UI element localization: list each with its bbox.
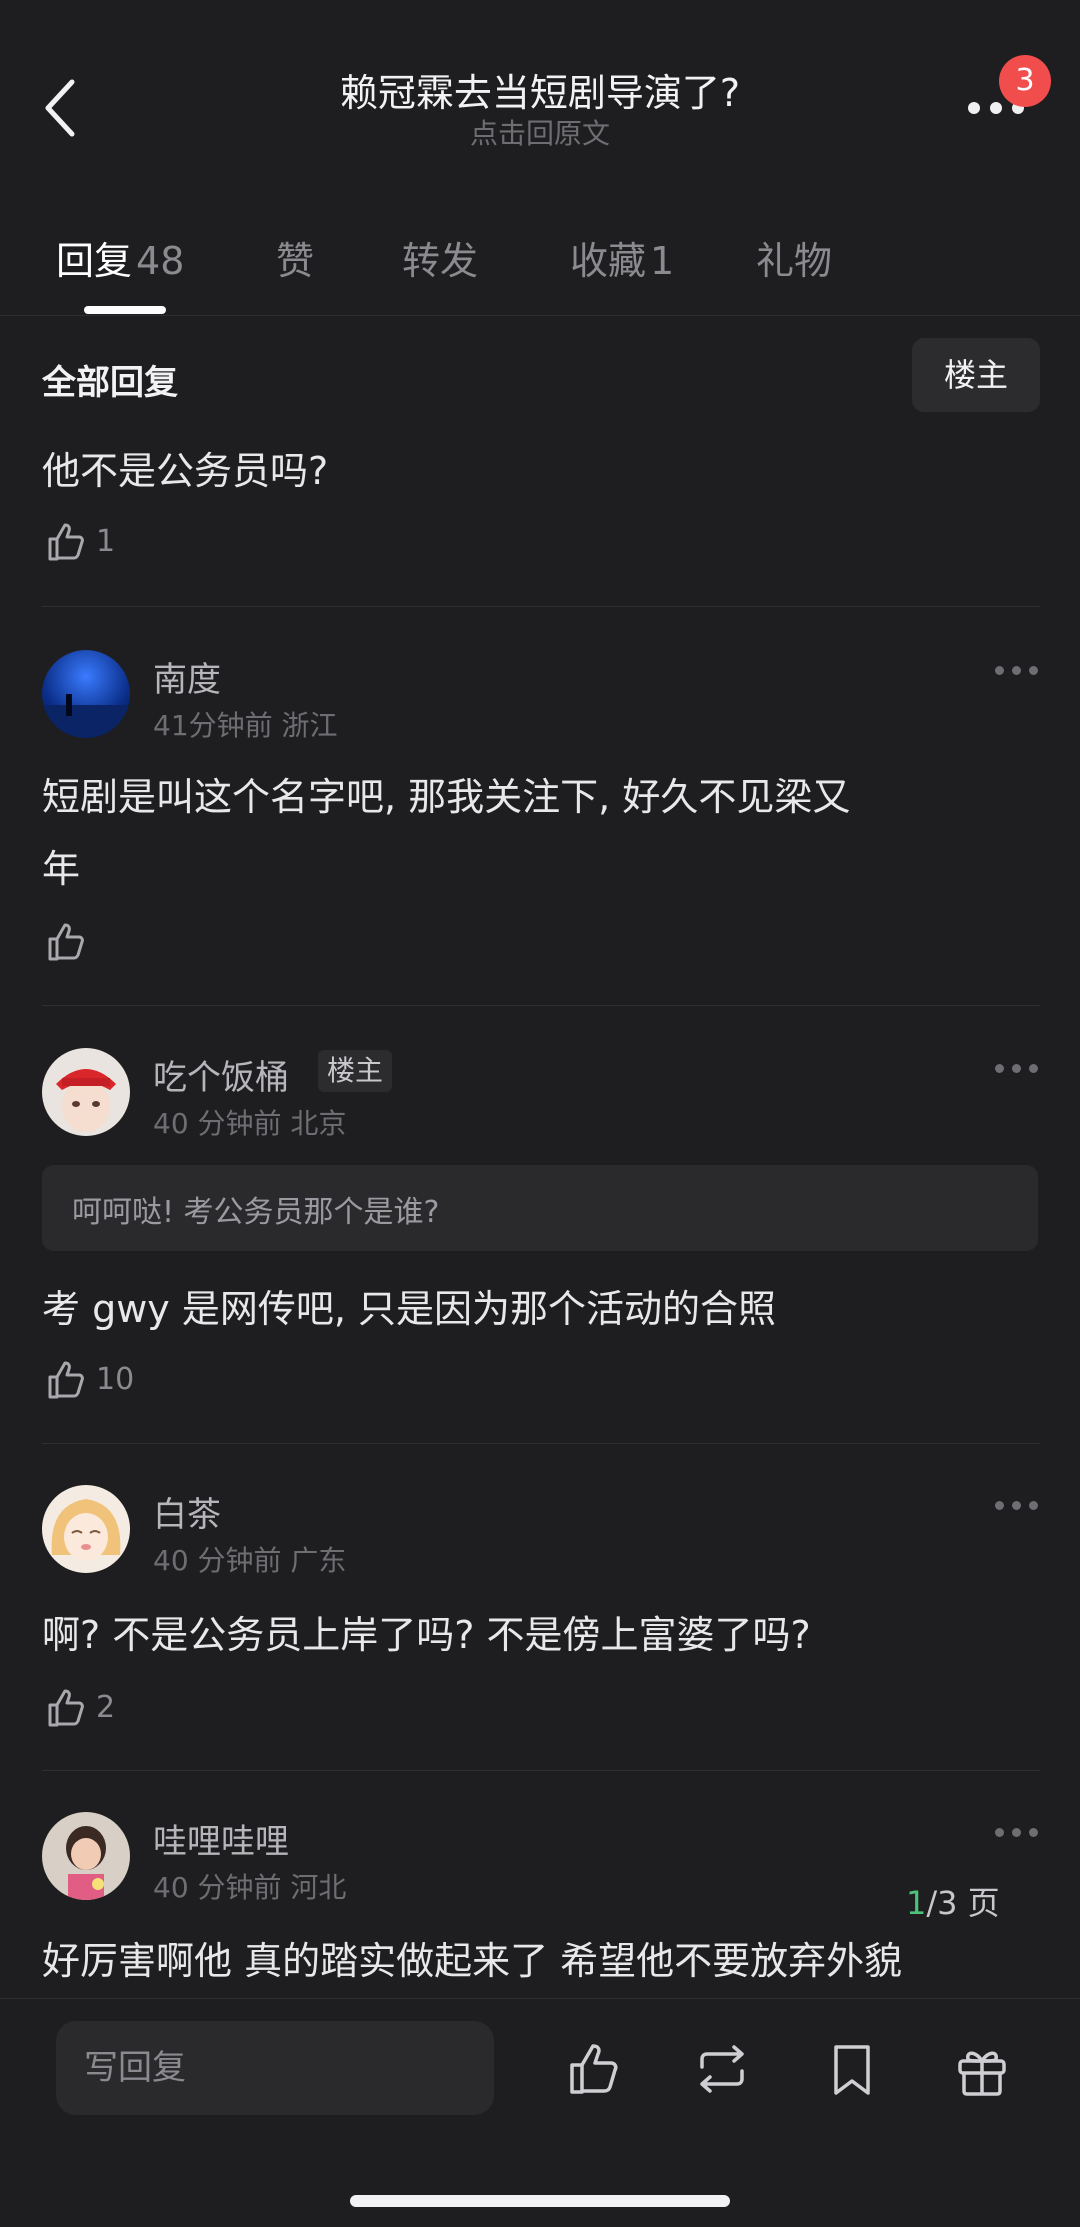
comment-meta: 40 分钟前 北京 <box>153 1107 347 1140</box>
tab-count: 1 <box>650 239 675 283</box>
username[interactable]: 哇哩哇哩 <box>153 1814 289 1863</box>
tab-label: 回复 <box>56 239 133 283</box>
divider <box>42 1005 1040 1006</box>
tab-label: 礼物 <box>756 239 833 283</box>
notification-badge: 3 <box>999 55 1051 107</box>
comment-more-icon[interactable] <box>995 666 1039 678</box>
page-indicator[interactable]: 1/3 页 <box>906 1878 1000 1924</box>
bookmark-icon[interactable] <box>822 2039 882 2099</box>
thumbs-up-icon <box>48 523 84 561</box>
active-tab-indicator <box>84 306 166 314</box>
avatar[interactable] <box>42 1048 130 1136</box>
tab-replies[interactable]: 回复 48 <box>56 230 184 285</box>
comment-more-icon[interactable] <box>995 1064 1039 1076</box>
comment-meta: 40 分钟前 河北 <box>153 1871 347 1904</box>
reply-text: 他不是公务员吗? <box>42 449 329 493</box>
comment-text-continued: 年 <box>42 847 81 891</box>
comment-text: 考 gwy 是网传吧, 只是因为那个活动的合照 <box>42 1287 777 1331</box>
tab-likes[interactable]: 赞 <box>276 230 314 285</box>
comment-text: 短剧是叫这个名字吧, 那我关注下, 好久不见梁又 <box>42 775 851 819</box>
divider <box>42 1443 1040 1444</box>
tab-bar: 回复 48 赞 转发 收藏 1 礼物 <box>0 220 1080 316</box>
tab-gifts[interactable]: 礼物 <box>756 230 832 285</box>
comment-text: 好厉害啊他 真的踏实做起来了 希望他不要放弃外貌 <box>42 1939 903 1983</box>
like-count: 10 <box>96 1362 135 1397</box>
total-pages: /3 页 <box>926 1884 1000 1922</box>
avatar[interactable] <box>42 1812 130 1900</box>
avatar[interactable] <box>42 1485 130 1573</box>
current-page: 1 <box>906 1884 927 1922</box>
thumbs-up-icon <box>48 1361 84 1399</box>
comment-meta: 41分钟前 浙江 <box>153 709 338 742</box>
divider <box>42 606 1040 607</box>
owner-tag: 楼主 <box>318 1050 392 1092</box>
like-count: 2 <box>96 1690 116 1725</box>
tab-label: 赞 <box>276 239 315 283</box>
comment-text: 啊? 不是公务员上岸了吗? 不是傍上富婆了吗? <box>42 1613 811 1657</box>
thumbs-up-icon <box>48 923 84 961</box>
username[interactable]: 白茶 <box>153 1487 221 1536</box>
tab-favorites[interactable]: 收藏 1 <box>570 230 674 285</box>
all-replies-label: 全部回复 <box>42 363 178 403</box>
username[interactable]: 吃个饭桶 <box>153 1050 289 1099</box>
back-to-original-link[interactable]: 点击回原文 <box>0 112 1080 152</box>
thumbs-up-icon <box>48 1689 84 1727</box>
thumbs-up-icon[interactable] <box>564 2039 624 2099</box>
bottom-action-bar: 写回复 <box>0 1998 1080 2227</box>
username[interactable]: 南度 <box>153 652 221 701</box>
comment-more-icon[interactable] <box>995 1828 1039 1840</box>
tab-label: 收藏 <box>570 239 647 283</box>
top-bar: 赖冠霖去当短剧导演了? 点击回原文 3 <box>0 0 1080 180</box>
owner-only-button[interactable]: 楼主 <box>912 338 1040 412</box>
tab-reposts[interactable]: 转发 <box>402 230 478 285</box>
gift-icon[interactable] <box>952 2039 1012 2099</box>
home-indicator <box>350 2195 730 2207</box>
like-count: 1 <box>96 524 116 559</box>
comment-more-icon[interactable] <box>995 1501 1039 1513</box>
avatar[interactable] <box>42 650 130 738</box>
quoted-reply[interactable]: 呵呵哒! 考公务员那个是谁? <box>42 1165 1038 1251</box>
quoted-reply-text: 呵呵哒! 考公务员那个是谁? <box>72 1195 440 1230</box>
post-title[interactable]: 赖冠霖去当短剧导演了? <box>0 62 1080 117</box>
reply-input[interactable]: 写回复 <box>56 2021 494 2115</box>
tab-label: 转发 <box>402 239 479 283</box>
comment-meta: 40 分钟前 广东 <box>153 1544 347 1577</box>
repost-icon[interactable] <box>692 2039 752 2099</box>
tab-count: 48 <box>136 239 185 283</box>
divider <box>42 1770 1040 1771</box>
